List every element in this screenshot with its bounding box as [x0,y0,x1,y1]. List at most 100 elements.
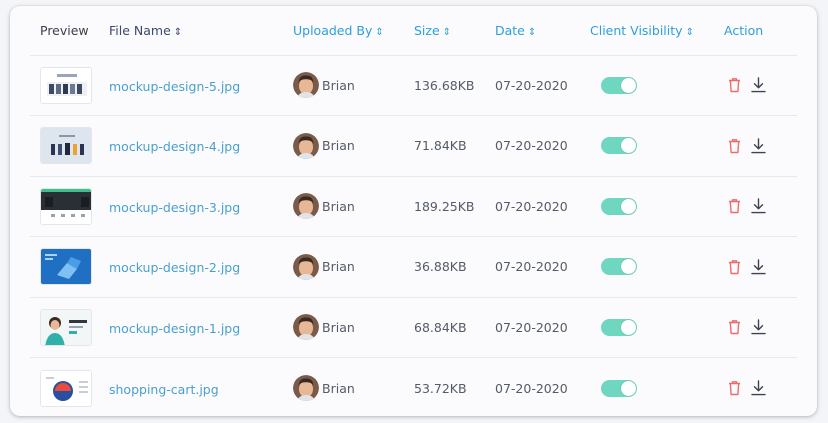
preview-thumbnail[interactable] [40,369,92,407]
client-visibility-toggle[interactable] [601,137,637,155]
upload-date: 07-20-2020 [495,297,590,358]
visibility-cell [590,236,724,298]
preview-cell [30,358,109,417]
file-size: 68.84KB [414,297,495,358]
visibility-cell [590,297,724,358]
client-visibility-toggle[interactable] [601,197,637,215]
preview-cell [30,176,109,237]
client-visibility-toggle[interactable] [601,318,637,336]
column-header-size[interactable]: Size ⇕ [414,6,495,56]
trash-icon[interactable] [728,380,741,396]
upload-date: 07-20-2020 [495,380,568,396]
upload-date: 07-20-2020 [495,236,590,298]
uploaded-by-cell: Brian [293,358,414,417]
file-name-link[interactable]: mockup-design-5.jpg [109,79,240,94]
file-size: 36.88KB [414,236,495,298]
client-visibility-toggle[interactable] [601,258,637,276]
sort-arrows-icon: ⇕ [442,26,452,38]
uploader-name: Brian [322,259,355,275]
file-name-cell: mockup-design-1.jpg [109,297,293,358]
trash-icon[interactable] [728,319,741,335]
download-icon[interactable] [751,77,766,93]
column-header-date[interactable]: Date ⇕ [495,6,590,56]
file-name-cell: mockup-design-2.jpg [109,236,293,298]
file-name-cell: shopping-cart.jpg [109,358,293,417]
sort-arrows-icon: ⇕ [173,26,183,38]
download-icon[interactable] [751,198,766,214]
upload-date: 07-20-2020 [495,176,590,237]
table-row: mockup-design-1.jpg Brian 68.84KB 07-20-… [30,297,797,358]
file-name-link[interactable]: mockup-design-4.jpg [109,139,240,154]
action-cell [724,236,797,298]
client-visibility-toggle[interactable] [601,379,637,397]
file-size: 71.84KB [414,115,495,177]
uploader-name: Brian [322,380,355,396]
trash-icon[interactable] [728,259,741,275]
file-name-cell: mockup-design-3.jpg [109,176,293,237]
download-icon[interactable] [751,380,766,396]
preview-thumbnail[interactable] [40,66,92,104]
uploader-name: Brian [322,138,355,154]
column-header-client-visibility[interactable]: Client Visibility ⇕ [590,6,724,56]
download-icon[interactable] [751,259,766,275]
action-cell [724,297,797,358]
visibility-cell [590,176,724,237]
avatar [293,72,319,99]
table-row: shopping-cart.jpg Brian 53.72KB 07-20-20… [30,358,797,417]
column-header-action: Action [724,6,797,56]
avatar [293,193,319,220]
download-icon[interactable] [751,138,766,154]
uploaded-by-cell: Brian [293,297,414,358]
file-name-link[interactable]: mockup-design-1.jpg [109,321,240,336]
files-table-card: Preview File Name ⇕ Uploaded By ⇕ Size ⇕ Da… [10,6,817,416]
file-size: 189.25KB [414,176,495,237]
sort-arrows-icon: ⇕ [685,26,694,38]
table-row: mockup-design-4.jpg Brian 71.84KB 07-20-… [30,115,797,177]
files-table: Preview File Name ⇕ Uploaded By ⇕ Size ⇕ Da… [30,6,797,416]
uploader-name: Brian [322,77,355,93]
avatar [293,132,319,159]
preview-cell [30,297,109,358]
file-size: 53.72KB [414,380,467,396]
uploaded-by-cell: Brian [293,176,414,237]
preview-cell [30,55,109,116]
table-row: mockup-design-3.jpg Brian 189.25KB 07-20… [30,176,797,237]
action-cell [724,358,797,417]
sort-arrows-icon: ⇕ [527,26,537,38]
action-cell [724,55,797,116]
preview-thumbnail[interactable] [40,248,92,286]
uploaded-by-cell: Brian [293,55,414,116]
column-header-preview: Preview [30,6,109,56]
trash-icon[interactable] [728,198,741,214]
visibility-cell [590,55,724,116]
table-row: mockup-design-5.jpg Brian 136.68KB 07-20… [30,55,797,116]
avatar [293,375,319,401]
file-name-link[interactable]: mockup-design-2.jpg [109,260,240,275]
action-cell [724,176,797,237]
preview-thumbnail[interactable] [40,308,92,346]
file-name-link[interactable]: shopping-cart.jpg [109,382,219,397]
file-name-link[interactable]: mockup-design-3.jpg [109,200,240,215]
file-name-cell: mockup-design-5.jpg [109,55,293,116]
file-name-cell: mockup-design-4.jpg [109,115,293,177]
upload-date: 07-20-2020 [495,55,590,116]
trash-icon[interactable] [728,77,741,93]
download-icon[interactable] [751,319,766,335]
column-header-file-name[interactable]: File Name ⇕ [109,6,293,56]
column-header-uploaded-by[interactable]: Uploaded By ⇕ [293,6,414,56]
visibility-cell [590,358,724,417]
preview-thumbnail[interactable] [40,127,92,165]
visibility-cell [590,115,724,177]
client-visibility-toggle[interactable] [601,76,637,94]
upload-date: 07-20-2020 [495,115,590,177]
preview-cell [30,115,109,177]
preview-cell [30,236,109,298]
preview-thumbnail[interactable] [40,187,92,225]
uploader-name: Brian [322,319,355,335]
action-cell [724,115,797,177]
uploader-name: Brian [322,198,355,214]
sort-arrows-icon: ⇕ [375,26,384,38]
trash-icon[interactable] [728,138,741,154]
uploaded-by-cell: Brian [293,236,414,298]
avatar [293,314,319,341]
